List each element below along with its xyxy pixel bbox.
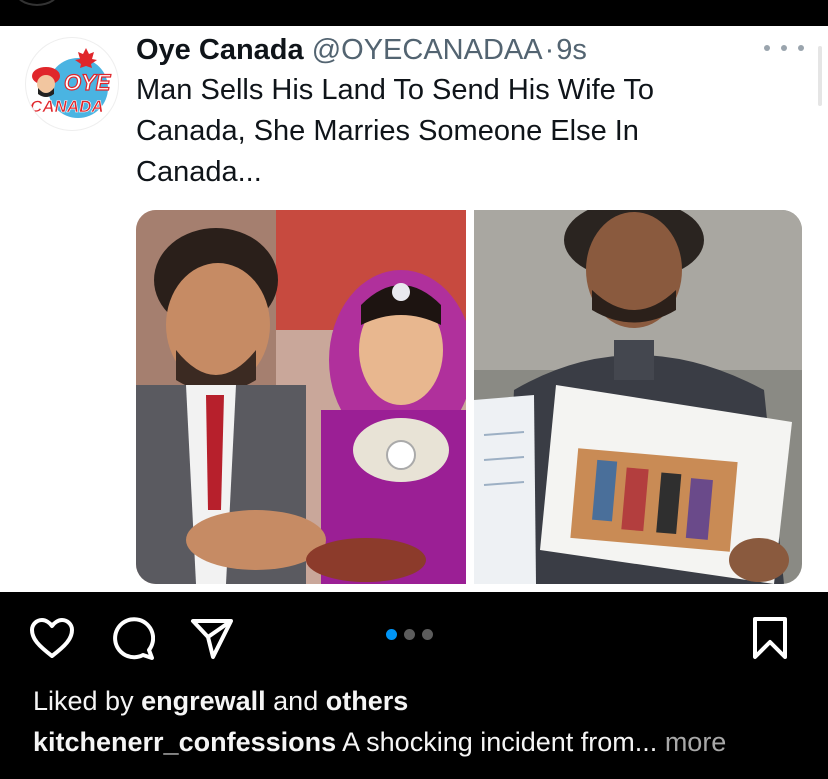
tweet-separator: · (544, 34, 555, 66)
comment-icon[interactable] (108, 614, 156, 662)
more-horizontal-icon[interactable] (764, 36, 804, 60)
carousel-indicator (386, 629, 433, 640)
top-strip (0, 0, 828, 26)
carousel-dot (404, 629, 415, 640)
likes-middle: and (273, 686, 319, 716)
tweet-handle[interactable]: @OYECANADAA (312, 34, 543, 66)
bookmark-icon[interactable] (746, 614, 794, 662)
man-holding-photo (474, 210, 802, 584)
tweet-text-line: Man Sells His Land To Send His Wife To (136, 74, 654, 106)
oye-canada-avatar: OYE CANADA (26, 38, 118, 130)
tweet-text-line: Canada, She Marries Someone Else In (136, 115, 639, 147)
profile-avatar-ring[interactable] (14, 0, 60, 6)
send-icon[interactable] (188, 614, 236, 662)
scrollbar (818, 46, 822, 106)
tweet-media[interactable] (136, 210, 802, 584)
carousel-dot-active (386, 629, 397, 640)
caption-username[interactable]: kitchenerr_confessions (33, 727, 336, 757)
tweet-display-name[interactable]: Oye Canada (136, 34, 304, 66)
likes-summary[interactable]: Liked by engrewall and others (33, 686, 408, 717)
post-action-bar (0, 592, 828, 680)
caption-text: A shocking incident from... (342, 727, 658, 757)
tweet-text-line: Canada... (136, 156, 262, 188)
instagram-post: OYE CANADA Oye Canada @OYECANADAA·9s Man… (0, 0, 828, 779)
caption-more-link[interactable]: more (665, 727, 727, 757)
carousel-dot (422, 629, 433, 640)
liked-by-user[interactable]: engrewall (141, 686, 266, 716)
post-caption: kitchenerr_confessions A shocking incide… (33, 727, 726, 758)
wedding-photo (136, 210, 473, 584)
tweet-screenshot[interactable]: OYE CANADA Oye Canada @OYECANADAA·9s Man… (0, 26, 828, 592)
media-divider (466, 210, 474, 584)
avatar-text-top: OYE (64, 70, 112, 95)
liked-by-others[interactable]: others (326, 686, 409, 716)
tweet-header: Oye Canada @OYECANADAA·9s (136, 30, 587, 70)
likes-prefix: Liked by (33, 686, 134, 716)
heart-icon[interactable] (28, 614, 76, 662)
avatar-text-bottom: CANADA (30, 97, 104, 116)
tweet-timestamp: 9s (556, 34, 587, 66)
tweet-text: Man Sells His Land To Send His Wife To C… (136, 70, 776, 193)
